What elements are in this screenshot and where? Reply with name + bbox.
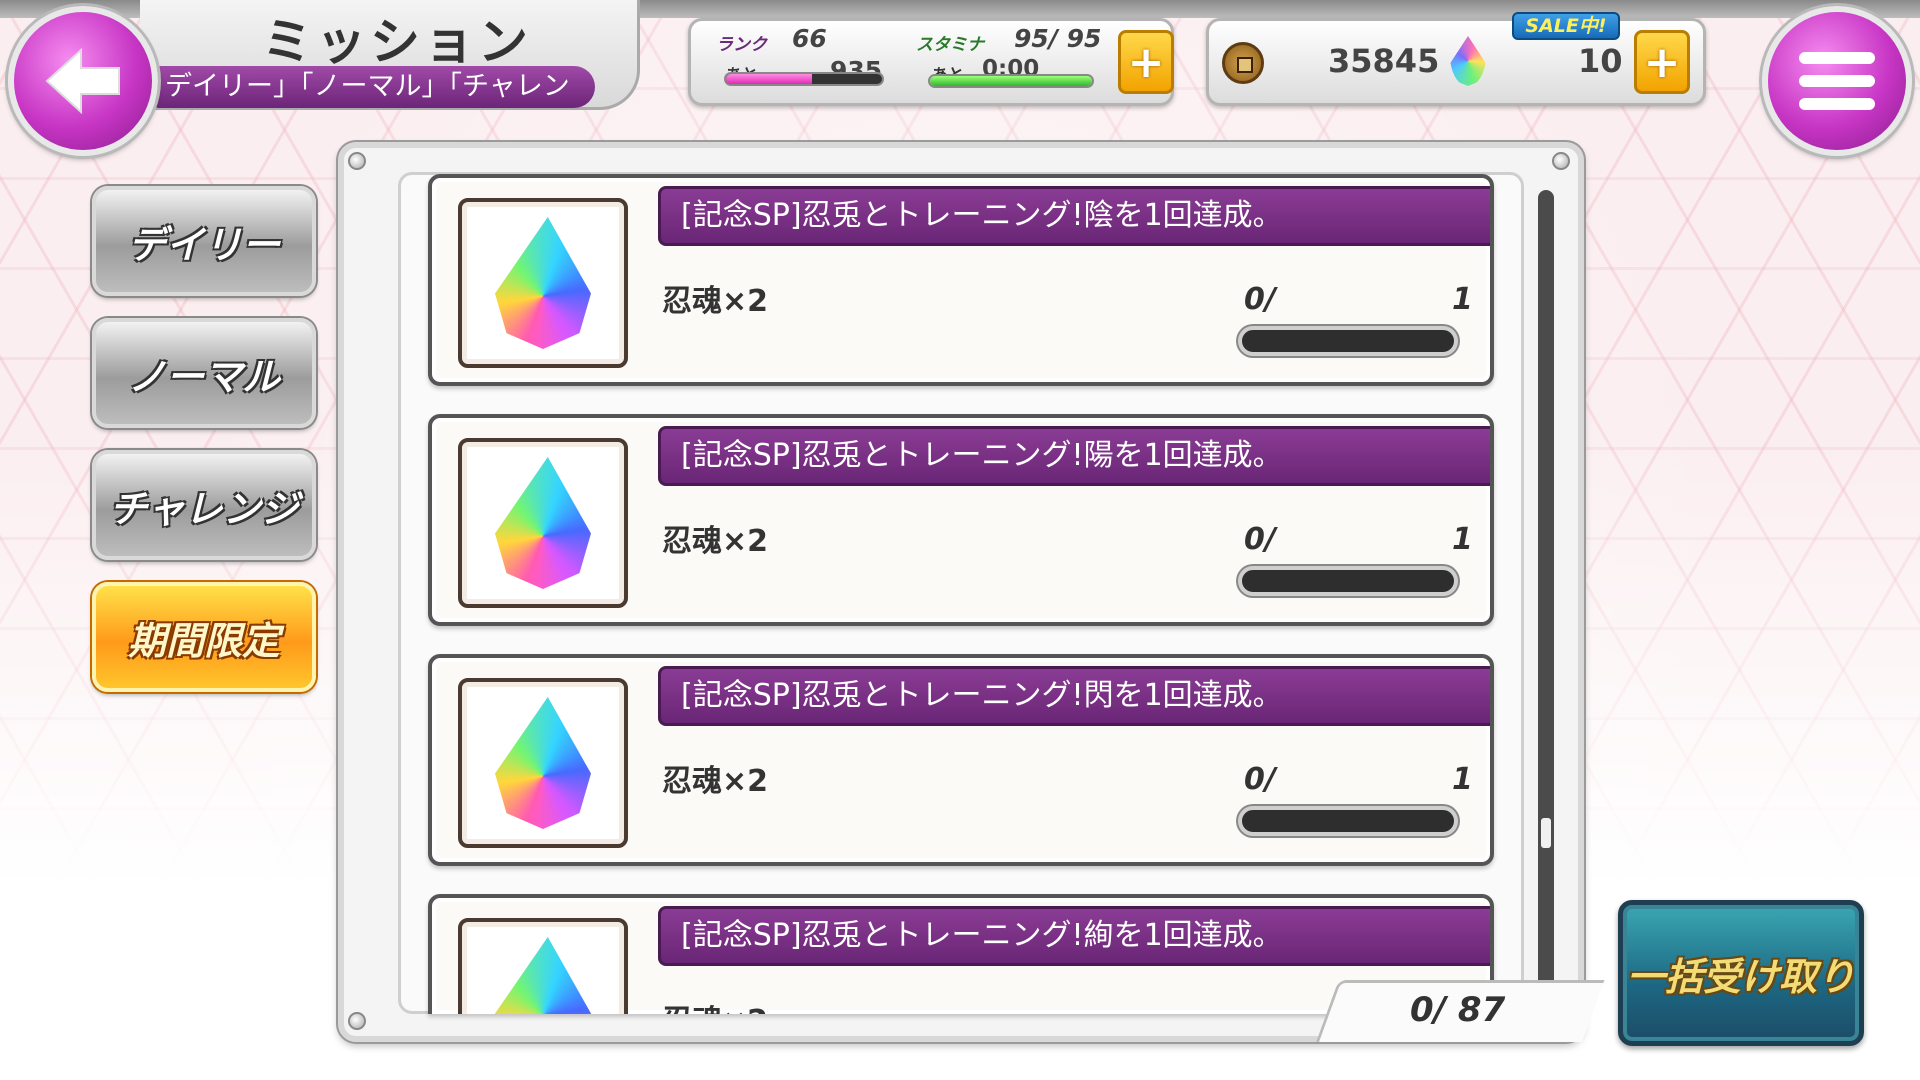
mission-reward: 忍魂×2 — [662, 284, 769, 319]
rainbow-gem-icon — [495, 697, 591, 829]
coin-count: 35845 — [1328, 42, 1440, 80]
coin-icon — [1222, 42, 1264, 84]
mission-goal: 1 — [1452, 522, 1473, 557]
mission-progress-bar — [1238, 806, 1458, 836]
rainbow-gem-icon — [495, 457, 591, 589]
bulk-receive-button[interactable]: 一括受け取り — [1618, 900, 1864, 1046]
rank-label: ランク — [716, 35, 767, 55]
tab-normal[interactable]: ノーマル — [92, 318, 316, 428]
panel-rivet — [348, 152, 366, 170]
page-title: ミッション — [262, 13, 532, 71]
sale-badge: SALE中! — [1512, 12, 1620, 40]
stamina-progress-fill — [930, 76, 1092, 86]
panel-rivet — [348, 1012, 366, 1030]
stamina-label: スタミナ — [916, 35, 984, 55]
breadcrumb: デイリー」「ノーマル」「チャレン — [155, 66, 595, 108]
mission-goal: 1 — [1452, 762, 1473, 797]
rank-progress-fill — [726, 74, 812, 84]
mission-progress: 0/ — [1244, 762, 1276, 797]
menu-button[interactable] — [1762, 6, 1912, 156]
mission-card: [記念SP]忍兎とトレーニング!閃を1回達成。 忍魂×2 0/ 1 — [428, 654, 1494, 866]
back-arrow-icon — [45, 47, 120, 115]
rainbow-gem-icon — [495, 937, 591, 1014]
tab-daily[interactable]: デイリー — [92, 186, 316, 296]
mission-goal: 1 — [1452, 282, 1473, 317]
stamina-value: 95/ 95 — [1014, 24, 1102, 53]
rank-value: 66 — [792, 24, 827, 53]
stamina-add-button[interactable]: + — [1118, 30, 1174, 94]
mission-title: [記念SP]忍兎とトレーニング!絢を1回達成。 — [658, 906, 1490, 966]
mission-reward: 忍魂×2 — [662, 764, 769, 799]
scrollbar-thumb[interactable] — [1541, 818, 1551, 848]
reward-frame — [458, 198, 628, 368]
rainbow-gem-icon — [495, 217, 591, 349]
mission-card: [記念SP]忍兎とトレーニング!陽を1回達成。 忍魂×2 0/ 1 — [428, 414, 1494, 626]
mission-title: [記念SP]忍兎とトレーニング!閃を1回達成。 — [658, 666, 1490, 726]
panel-rivet — [1552, 152, 1570, 170]
mission-title: [記念SP]忍兎とトレーニング!陽を1回達成。 — [658, 426, 1490, 486]
plus-icon: + — [1643, 36, 1681, 88]
scrollbar[interactable] — [1538, 190, 1554, 990]
hamburger-menu-icon — [1799, 52, 1875, 110]
mission-reward: 忍魂×2 — [662, 996, 768, 1014]
stamina-progress-bar — [928, 74, 1094, 88]
gem-count: 10 — [1578, 42, 1623, 80]
mission-progress: 0/ — [1244, 282, 1276, 317]
tab-challenge[interactable]: チャレンジ — [92, 450, 316, 560]
mission-title: [記念SP]忍兎とトレーニング!陰を1回達成。 — [658, 186, 1490, 246]
reward-frame — [458, 438, 628, 608]
mission-card: [記念SP]忍兎とトレーニング!陰を1回達成。 忍魂×2 0/ 1 — [428, 174, 1494, 386]
mission-progress-bar — [1238, 566, 1458, 596]
gem-add-button[interactable]: + — [1634, 30, 1690, 94]
rank-progress-bar — [724, 72, 884, 86]
back-button[interactable] — [8, 6, 158, 156]
tab-limited-time[interactable]: 期間限定 — [92, 582, 316, 692]
reward-frame — [458, 918, 628, 1014]
mission-progress: 0/ — [1244, 522, 1276, 557]
total-mission-count: 0/ 87 — [1410, 990, 1506, 1030]
reward-frame — [458, 678, 628, 848]
mission-progress-bar — [1238, 326, 1458, 356]
mission-reward: 忍魂×2 — [662, 524, 769, 559]
plus-icon: + — [1127, 36, 1165, 88]
